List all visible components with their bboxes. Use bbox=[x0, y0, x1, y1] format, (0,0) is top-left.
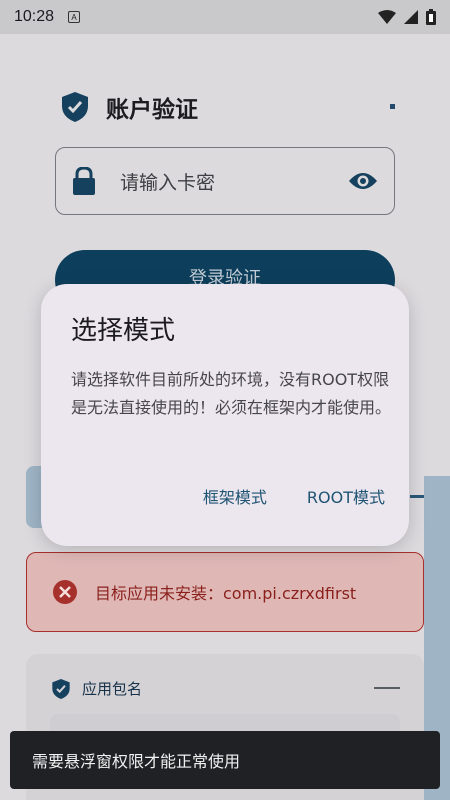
error-banner: 目标应用未安装：com.pi.czrxdfirst bbox=[26, 552, 424, 632]
signal-icon bbox=[404, 10, 418, 24]
package-card-header: 应用包名 bbox=[52, 678, 142, 699]
battery-icon bbox=[426, 9, 436, 25]
card-key-placeholder: 请输入卡密 bbox=[120, 171, 216, 194]
header-indicator-dot bbox=[390, 104, 395, 109]
dialog-message: 请选择软件目前所处的环境，没有ROOT权限是无法直接使用的！必须在框架内才能使用… bbox=[71, 370, 392, 417]
shield-check-icon bbox=[62, 92, 88, 122]
notification-a-icon: A bbox=[68, 11, 81, 23]
overlay-permission-toast: 需要悬浮窗权限才能正常使用 bbox=[10, 731, 440, 789]
right-divider-line bbox=[410, 495, 424, 498]
page-header: 账户验证 bbox=[62, 90, 198, 124]
lock-icon bbox=[73, 167, 95, 195]
dialog-actions: 框架模式 ROOT模式 bbox=[203, 484, 385, 508]
status-time: 10:28 bbox=[14, 8, 55, 25]
collapse-dash-icon[interactable] bbox=[374, 687, 400, 689]
mode-select-dialog: 选择模式 请选择软件目前所处的环境，没有ROOT权限是无法直接使用的！必须在框架… bbox=[41, 284, 409, 546]
dialog-title: 选择模式 bbox=[71, 316, 176, 346]
error-x-icon bbox=[53, 580, 77, 604]
status-icons bbox=[378, 9, 436, 25]
eye-icon[interactable] bbox=[348, 171, 378, 191]
page-title: 账户验证 bbox=[106, 97, 198, 123]
card-key-input[interactable]: 请输入卡密 bbox=[55, 147, 395, 215]
error-message: 目标应用未安装：com.pi.czrxdfirst bbox=[95, 584, 357, 603]
status-bar: 10:28 A bbox=[0, 0, 450, 34]
framework-mode-button[interactable]: 框架模式 bbox=[203, 484, 267, 508]
package-name-label: 应用包名 bbox=[82, 680, 143, 698]
root-mode-button[interactable]: ROOT模式 bbox=[307, 484, 385, 508]
wifi-icon bbox=[378, 10, 396, 24]
shield-check-icon bbox=[52, 678, 70, 699]
